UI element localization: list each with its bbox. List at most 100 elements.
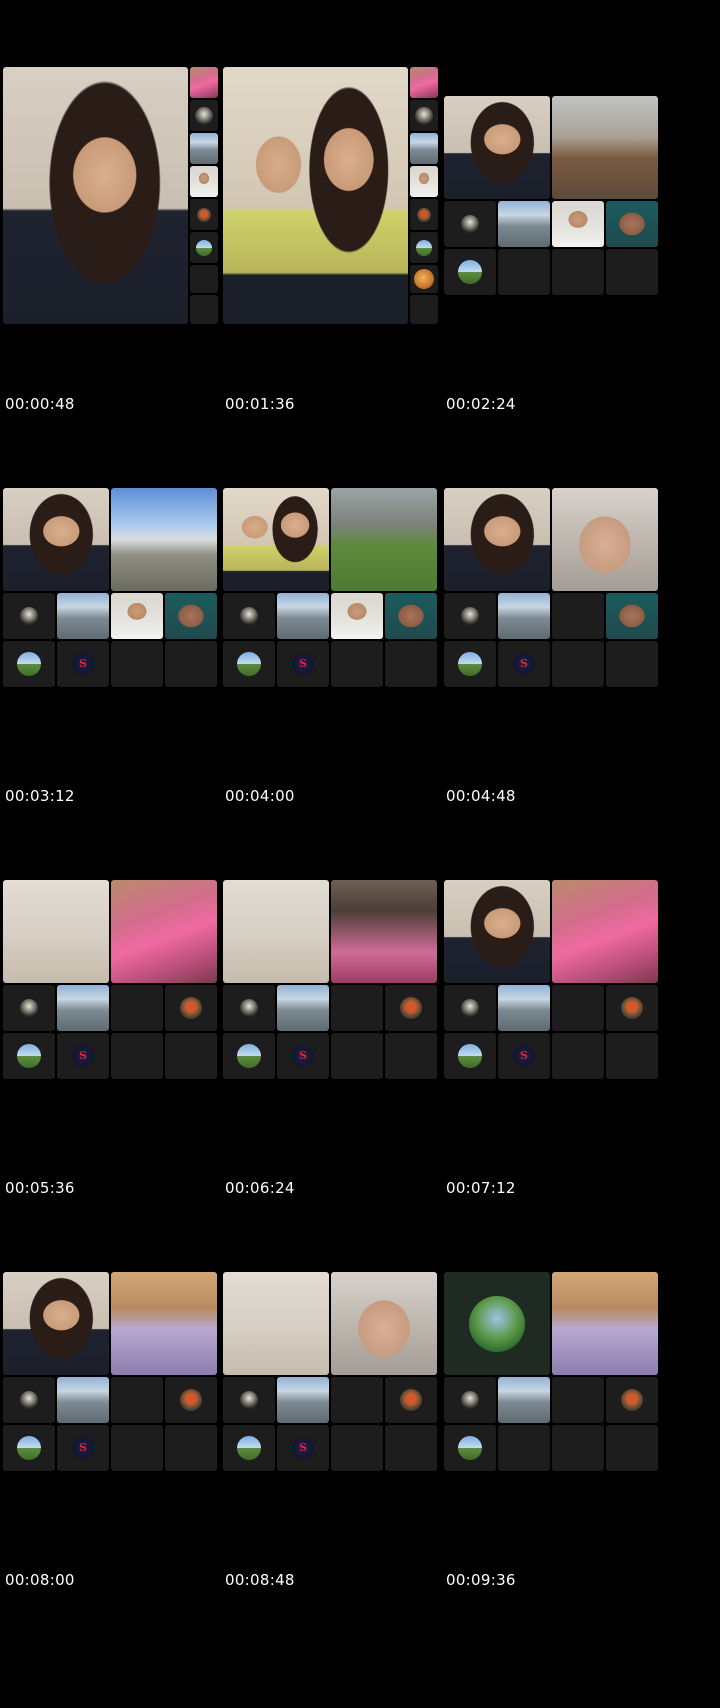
participant-tile[interactable]: S <box>277 1425 329 1471</box>
participant-tile[interactable] <box>331 593 383 639</box>
participant-thumbnail[interactable] <box>410 133 438 164</box>
participant-tile[interactable]: S <box>498 1033 550 1079</box>
participant-thumbnail[interactable] <box>190 133 218 164</box>
timestamp: 00:09:36 <box>446 1571 516 1589</box>
participant-tile[interactable] <box>57 1377 109 1423</box>
main-video-tile[interactable] <box>223 67 408 324</box>
participant-tile[interactable] <box>498 201 550 247</box>
avatar <box>458 1044 482 1068</box>
participant-tile[interactable]: S <box>277 641 329 687</box>
participant-tile[interactable] <box>223 641 275 687</box>
video-tile[interactable] <box>111 880 217 983</box>
participant-thumbnail[interactable] <box>190 166 218 197</box>
participant-tile[interactable]: S <box>277 1033 329 1079</box>
video-tile[interactable] <box>223 1272 329 1375</box>
participant-tile[interactable] <box>606 985 658 1031</box>
participant-thumbnail[interactable] <box>190 100 218 131</box>
video-tile[interactable] <box>111 488 217 591</box>
avatar <box>400 997 422 1019</box>
video-tile[interactable] <box>552 488 658 591</box>
participant-tile[interactable] <box>165 985 217 1031</box>
empty-tile <box>165 1425 217 1471</box>
video-tile[interactable] <box>331 1272 437 1375</box>
participant-tile[interactable] <box>444 985 496 1031</box>
participant-tile[interactable] <box>277 593 329 639</box>
video-tile[interactable] <box>223 488 329 591</box>
participant-tile[interactable] <box>223 1033 275 1079</box>
participant-tile[interactable] <box>385 593 437 639</box>
participant-thumbnail[interactable] <box>410 232 438 263</box>
participant-tile[interactable] <box>498 1377 550 1423</box>
video-tile[interactable] <box>111 1272 217 1375</box>
participant-tile[interactable] <box>606 593 658 639</box>
participant-tile[interactable]: S <box>57 1425 109 1471</box>
participant-thumbnail[interactable] <box>410 100 438 131</box>
video-tile[interactable] <box>3 880 109 983</box>
participant-tile[interactable] <box>223 593 275 639</box>
participant-tile[interactable] <box>444 1425 496 1471</box>
participant-tile[interactable] <box>3 1033 55 1079</box>
participant-tile[interactable] <box>444 1377 496 1423</box>
timestamp: 00:02:24 <box>446 395 516 413</box>
empty-tile <box>111 641 163 687</box>
participant-tile[interactable] <box>444 641 496 687</box>
participant-thumbnail[interactable] <box>190 232 218 263</box>
participant-thumbnail[interactable] <box>410 67 438 98</box>
video-tile[interactable] <box>552 880 658 983</box>
participant-tile[interactable] <box>3 641 55 687</box>
video-frame-4: S 00:03:12 <box>0 459 236 886</box>
participant-tile[interactable] <box>223 1425 275 1471</box>
video-tile[interactable] <box>223 880 329 983</box>
participant-tile[interactable] <box>3 1425 55 1471</box>
participant-tile[interactable] <box>277 1377 329 1423</box>
video-tile[interactable] <box>552 1272 658 1375</box>
video-tile[interactable] <box>3 488 109 591</box>
participant-tile[interactable] <box>223 1377 275 1423</box>
participant-thumbnail[interactable] <box>190 67 218 98</box>
participant-tile[interactable] <box>223 985 275 1031</box>
participant-thumbnail[interactable] <box>410 199 438 230</box>
participant-tile[interactable] <box>3 593 55 639</box>
participant-tile[interactable] <box>606 201 658 247</box>
participant-tile[interactable] <box>3 985 55 1031</box>
participant-tile[interactable] <box>385 985 437 1031</box>
participant-tile[interactable] <box>498 985 550 1031</box>
empty-tile <box>606 641 658 687</box>
participant-tile[interactable] <box>552 201 604 247</box>
participant-tile[interactable] <box>606 1377 658 1423</box>
participant-tile[interactable]: S <box>57 641 109 687</box>
avatar <box>17 1044 41 1068</box>
video-tile[interactable] <box>444 1272 550 1375</box>
video-tile[interactable] <box>3 1272 109 1375</box>
participant-thumbnail[interactable] <box>410 166 438 197</box>
participant-tile[interactable] <box>57 985 109 1031</box>
participant-tile[interactable]: S <box>498 641 550 687</box>
video-tile[interactable] <box>331 488 437 591</box>
participant-tile[interactable] <box>165 593 217 639</box>
video-frame-12: 00:09:36 <box>441 1243 677 1670</box>
participant-tile[interactable] <box>498 593 550 639</box>
participant-thumbnail[interactable] <box>410 265 438 293</box>
participant-tile[interactable]: S <box>57 1033 109 1079</box>
video-tile[interactable] <box>444 488 550 591</box>
participant-tile[interactable] <box>165 1377 217 1423</box>
timestamp: 00:01:36 <box>225 395 295 413</box>
empty-tile <box>606 1425 658 1471</box>
participant-tile[interactable] <box>385 1377 437 1423</box>
participant-tile[interactable] <box>57 593 109 639</box>
avatar <box>458 652 482 676</box>
main-video-tile[interactable] <box>3 67 188 324</box>
participant-tile[interactable] <box>444 201 496 247</box>
participant-thumbnail[interactable] <box>190 199 218 230</box>
participant-tile[interactable] <box>444 593 496 639</box>
video-tile[interactable] <box>552 96 658 199</box>
participant-tile[interactable] <box>3 1377 55 1423</box>
participant-tile[interactable] <box>444 1033 496 1079</box>
video-frame-3: 00:02:24 <box>441 67 677 494</box>
video-tile[interactable] <box>331 880 437 983</box>
video-tile[interactable] <box>444 96 550 199</box>
participant-tile[interactable] <box>111 593 163 639</box>
participant-tile[interactable] <box>277 985 329 1031</box>
participant-tile[interactable] <box>444 249 496 295</box>
video-tile[interactable] <box>444 880 550 983</box>
